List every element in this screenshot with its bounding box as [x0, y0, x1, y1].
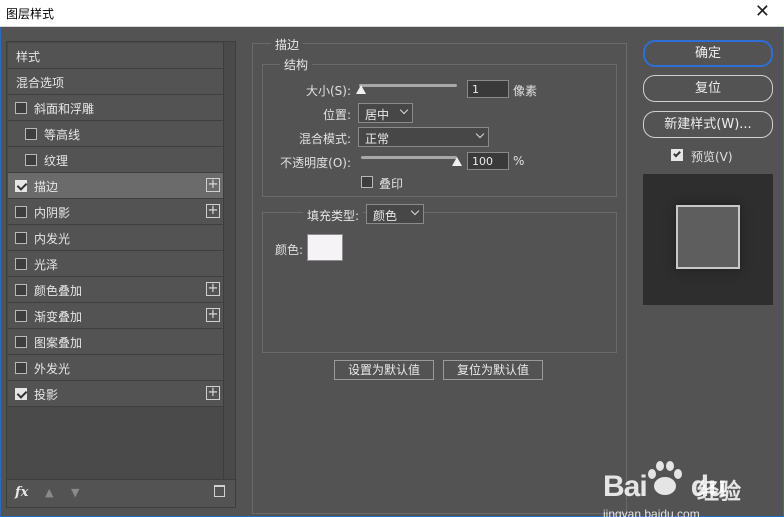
style-item[interactable]: 等高线 — [8, 121, 224, 147]
style-item-label: 描边 — [34, 180, 59, 194]
style-item[interactable]: 渐变叠加 + — [8, 303, 224, 329]
style-item[interactable]: 外发光 — [8, 355, 224, 381]
style-checkbox[interactable] — [25, 154, 37, 166]
overprint-checkbox[interactable] — [361, 176, 373, 188]
style-item[interactable]: 样式 — [8, 43, 224, 69]
new-style-button[interactable]: 新建样式(W)... — [643, 111, 773, 138]
style-item-label: 混合选项 — [16, 76, 65, 90]
opacity-slider-thumb[interactable] — [452, 157, 462, 166]
blend-mode-select[interactable]: 正常 — [358, 127, 489, 147]
style-item[interactable]: 纹理 — [8, 147, 224, 173]
opacity-unit: % — [513, 154, 525, 168]
style-item-label: 投影 — [34, 388, 59, 402]
style-item[interactable]: 描边 + — [8, 173, 224, 199]
watermark-url: jingyan.baidu.com — [603, 507, 700, 517]
chevron-down-icon — [399, 105, 409, 115]
style-item[interactable]: 内阴影 + — [8, 199, 224, 225]
stroke-color-swatch[interactable] — [307, 234, 343, 261]
overprint-label: 叠印 — [379, 177, 404, 191]
position-select[interactable]: 居中 — [358, 103, 413, 123]
preview-label: 预览(V) — [691, 150, 733, 164]
style-item-label: 渐变叠加 — [34, 310, 83, 324]
style-item[interactable]: 投影 + — [8, 381, 224, 407]
style-checkbox[interactable] — [15, 284, 27, 296]
style-checkbox[interactable] — [15, 362, 27, 374]
fill-type-label: 填充类型: — [303, 207, 364, 224]
style-checkbox[interactable] — [15, 258, 27, 270]
style-item-label: 颜色叠加 — [34, 284, 83, 298]
style-checkbox[interactable] — [15, 232, 27, 244]
position-label: 位置: — [322, 108, 351, 122]
opacity-label: 不透明度(O): — [280, 156, 351, 170]
style-item-label: 纹理 — [44, 154, 69, 168]
opacity-input[interactable]: 100 — [467, 152, 509, 170]
style-list-scrollbar[interactable] — [223, 42, 235, 480]
color-label: 颜色: — [275, 243, 304, 257]
style-item-label: 图案叠加 — [34, 336, 83, 350]
size-unit: 像素 — [513, 84, 538, 98]
style-item[interactable]: 内发光 — [8, 225, 224, 251]
paw-icon — [648, 461, 682, 495]
style-checkbox[interactable] — [25, 128, 37, 140]
structure-title: 结构 — [280, 56, 313, 73]
style-list: 样式混合选项斜面和浮雕等高线纹理描边 + 内阴影 + 内发光光泽颜色叠加 + 渐变叠加 + 图案… — [8, 43, 224, 407]
add-effect-icon[interactable]: + — [206, 308, 220, 322]
add-effect-icon[interactable]: + — [206, 204, 220, 218]
blend-mode-value: 正常 — [365, 132, 390, 146]
style-panel-footer: fx ▲ ▼ — [7, 479, 235, 507]
close-icon[interactable]: ✕ — [755, 2, 770, 22]
ok-button[interactable]: 确定 — [643, 40, 773, 67]
fill-type-select[interactable]: 颜色 — [366, 204, 424, 224]
style-item-label: 等高线 — [44, 128, 81, 142]
add-effect-icon[interactable]: + — [206, 282, 220, 296]
style-item[interactable]: 图案叠加 — [8, 329, 224, 355]
window-title: 图层样式 — [6, 7, 55, 21]
watermark-cn-text: 经验 — [697, 480, 742, 505]
add-effect-icon[interactable]: + — [206, 178, 220, 192]
set-default-button[interactable]: 设置为默认值 — [334, 360, 434, 380]
fx-menu-icon[interactable]: fx — [15, 485, 28, 500]
move-down-icon[interactable]: ▼ — [71, 486, 79, 499]
preview-checkbox[interactable] — [671, 149, 683, 161]
size-label: 大小(S): — [305, 84, 351, 98]
style-checkbox[interactable] — [15, 310, 27, 322]
style-item-label: 内阴影 — [34, 206, 71, 220]
chevron-down-icon — [475, 129, 485, 139]
chevron-down-icon — [410, 206, 420, 216]
style-item[interactable]: 斜面和浮雕 — [8, 95, 224, 121]
style-item[interactable]: 光泽 — [8, 251, 224, 277]
style-checkbox[interactable] — [15, 180, 27, 192]
position-value: 居中 — [365, 108, 390, 122]
size-input[interactable]: 1 — [467, 80, 509, 98]
style-checkbox[interactable] — [15, 102, 27, 114]
opacity-slider[interactable] — [361, 156, 457, 159]
style-item-label: 斜面和浮雕 — [34, 102, 95, 116]
style-item-label: 外发光 — [34, 362, 71, 376]
reset-button[interactable]: 复位 — [643, 75, 773, 102]
size-slider-thumb[interactable] — [356, 85, 366, 94]
fill-type-value: 颜色 — [373, 209, 398, 223]
trash-icon[interactable] — [214, 485, 225, 497]
style-item-label: 内发光 — [34, 232, 71, 246]
title-bar: 图层样式 ✕ — [0, 0, 784, 27]
style-item-label: 光泽 — [34, 258, 59, 272]
style-item[interactable]: 混合选项 — [8, 69, 224, 95]
style-checkbox[interactable] — [15, 206, 27, 218]
reset-default-button[interactable]: 复位为默认值 — [443, 360, 543, 380]
preview-thumbnail — [676, 205, 740, 269]
add-effect-icon[interactable]: + — [206, 386, 220, 400]
style-item-label: 样式 — [16, 50, 41, 64]
style-item[interactable]: 颜色叠加 + — [8, 277, 224, 303]
style-checkbox[interactable] — [15, 336, 27, 348]
style-list-panel: 样式混合选项斜面和浮雕等高线纹理描边 + 内阴影 + 内发光光泽颜色叠加 + 渐变叠加 + 图案… — [6, 41, 236, 508]
blend-mode-label: 混合模式: — [298, 132, 351, 146]
style-checkbox[interactable] — [15, 388, 27, 400]
layer-style-dialog: 样式 混合选项 斜面和浮雕 等高线 纹理 描边 + 内阴影 + 内发光 光泽 颜色叠加 + 渐变叠加 + 图案… — [0, 27, 784, 517]
size-slider[interactable] — [359, 84, 457, 87]
stroke-section-title: 描边 — [271, 36, 304, 53]
preview-box — [643, 174, 773, 305]
move-up-icon[interactable]: ▲ — [45, 486, 53, 499]
baidu-jingyan-watermark: Bai du 经验 jingyan.baidu.com — [597, 452, 767, 517]
